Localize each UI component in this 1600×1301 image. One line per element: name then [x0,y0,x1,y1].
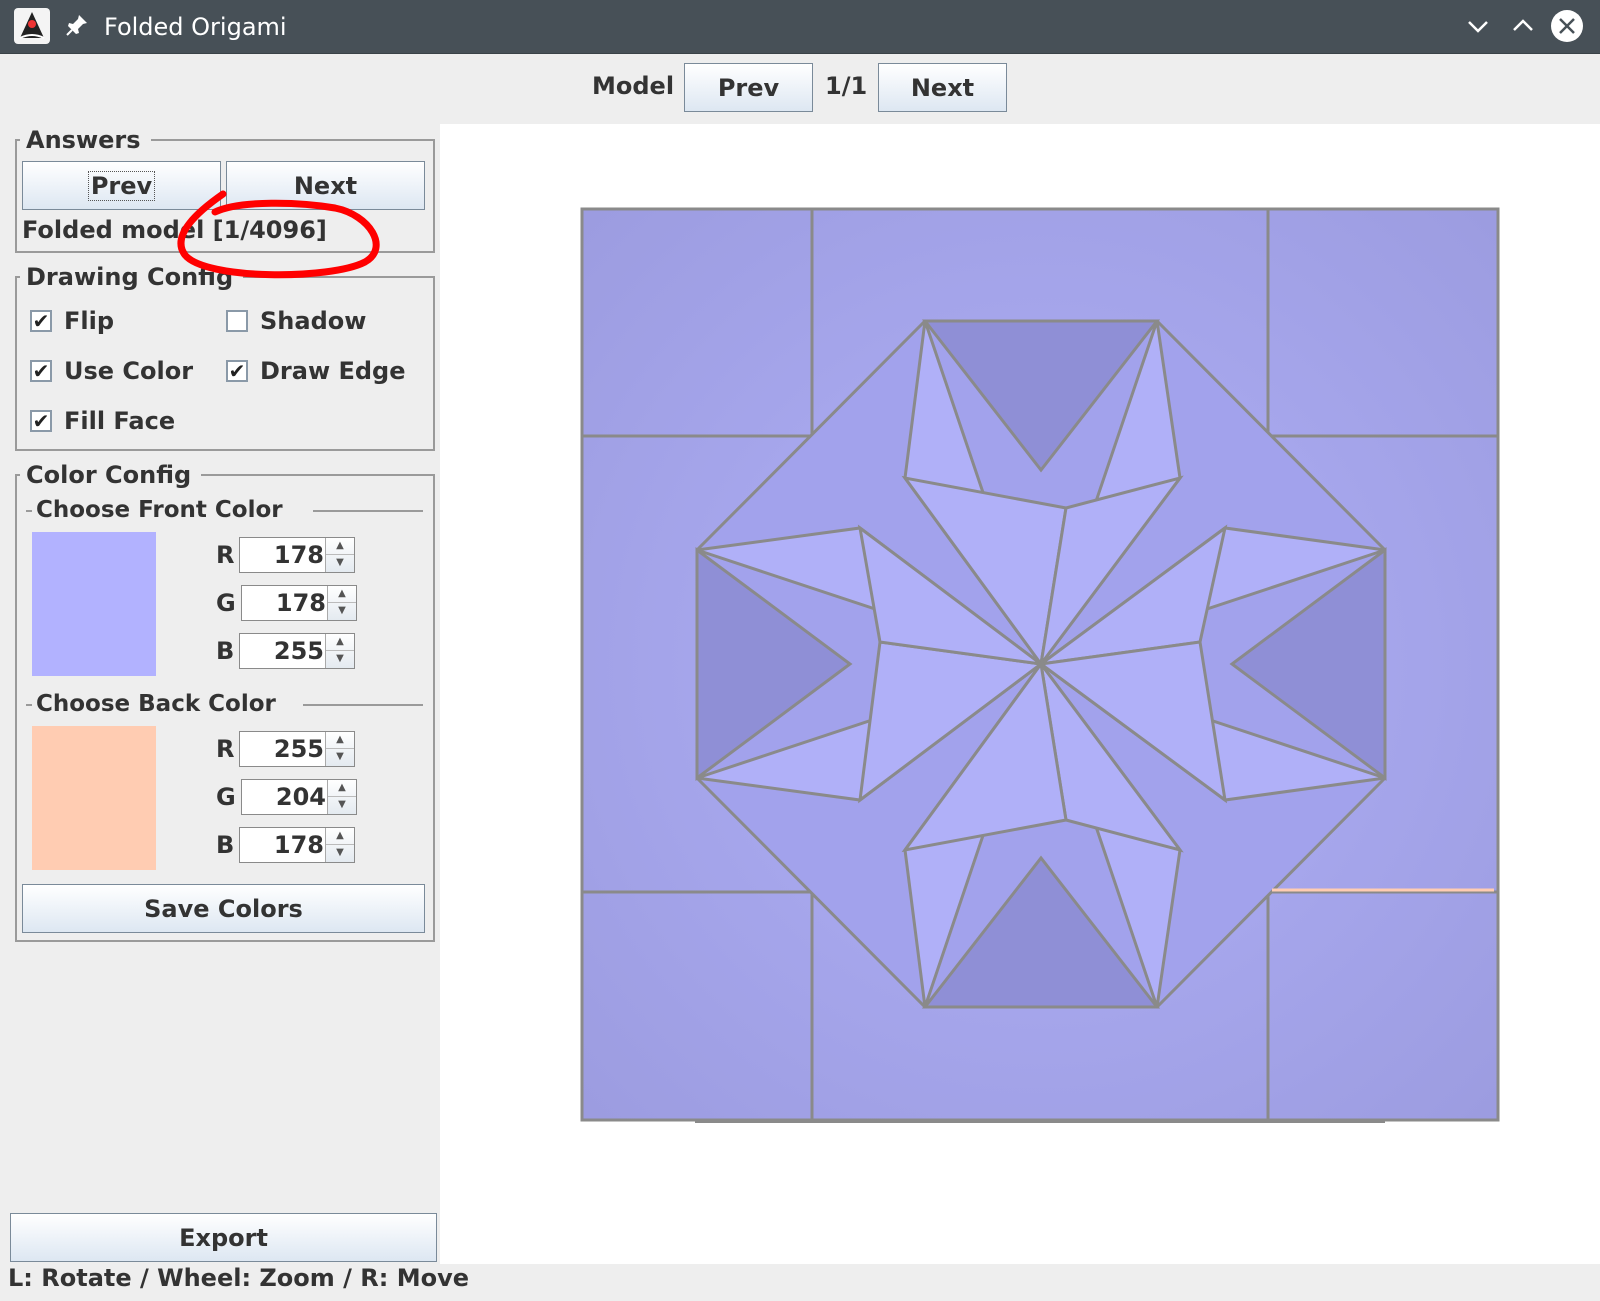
maximize-icon[interactable] [1507,10,1539,42]
folded-model-status: Folded model [1/4096] [22,216,327,244]
back-r-arrows[interactable]: ▲ ▼ [325,732,354,766]
front-r-spinner[interactable]: 178 ▲ ▼ [239,537,355,573]
status-bar: L: Rotate / Wheel: Zoom / R: Move [8,1264,469,1292]
spinner-down-icon[interactable]: ▼ [326,651,354,667]
front-color-swatch[interactable] [32,532,156,676]
spinner-down-icon[interactable]: ▼ [326,845,354,861]
answers-prev-label: Prev [87,170,156,201]
model-canvas[interactable] [440,124,1600,1264]
front-b-value[interactable]: 255 [240,634,324,668]
back-g-spinner[interactable]: 204 ▲ ▼ [241,779,357,815]
save-colors-button[interactable]: Save Colors [22,884,425,933]
shadow-check-icon[interactable] [226,310,248,332]
model-counter: 1/1 [825,72,868,100]
front-b-spinner[interactable]: 255 ▲ ▼ [239,633,355,669]
back-g-label: G [216,783,236,811]
back-color-title: Choose Back Color [36,691,276,717]
front-color-divider-left [26,510,32,512]
front-r-value[interactable]: 178 [240,538,324,572]
minimize-icon[interactable] [1462,10,1494,42]
spinner-up-icon[interactable]: ▲ [326,732,354,749]
spinner-up-icon[interactable]: ▲ [328,780,356,797]
fill-face-label: Fill Face [64,407,176,435]
draw-edge-check-icon[interactable]: ✔ [226,360,248,382]
spinner-up-icon[interactable]: ▲ [326,634,354,651]
use-color-label: Use Color [64,357,194,385]
front-b-label: B [216,637,235,665]
flip-check-icon[interactable]: ✔ [30,310,52,332]
front-g-spinner[interactable]: 178 ▲ ▼ [241,585,357,621]
back-r-value[interactable]: 255 [240,732,324,766]
back-b-arrows[interactable]: ▲ ▼ [325,828,354,862]
front-g-arrows[interactable]: ▲ ▼ [327,586,356,620]
back-b-spinner[interactable]: 178 ▲ ▼ [239,827,355,863]
spinner-up-icon[interactable]: ▲ [326,828,354,845]
pin-icon[interactable] [64,12,90,38]
drawing-config-title: Drawing Config [20,263,244,291]
model-next-button[interactable]: Next [878,63,1007,112]
front-g-value[interactable]: 178 [242,586,326,620]
draw-edge-checkbox[interactable]: ✔ Draw Edge [226,357,406,385]
use-color-checkbox[interactable]: ✔ Use Color [30,357,193,385]
back-b-value[interactable]: 178 [240,828,324,862]
front-r-arrows[interactable]: ▲ ▼ [325,538,354,572]
title-bar: Folded Origami [0,0,1600,54]
answers-next-button[interactable]: Next [226,161,425,210]
draw-edge-label: Draw Edge [260,357,406,385]
front-color-title: Choose Front Color [36,497,283,523]
front-g-label: G [216,589,236,617]
window-title: Folded Origami [104,13,287,41]
shadow-checkbox[interactable]: Shadow [226,307,366,335]
shadow-label: Shadow [260,307,367,335]
back-color-divider [303,704,423,706]
model-label: Model [592,72,675,100]
front-b-arrows[interactable]: ▲ ▼ [325,634,354,668]
flip-checkbox[interactable]: ✔ Flip [30,307,114,335]
spinner-down-icon[interactable]: ▼ [328,797,356,813]
java-duke-icon [14,8,50,44]
back-g-value[interactable]: 204 [242,780,326,814]
close-icon[interactable] [1550,9,1584,43]
front-r-label: R [216,541,235,569]
spinner-down-icon[interactable]: ▼ [326,555,354,571]
back-g-arrows[interactable]: ▲ ▼ [327,780,356,814]
spinner-up-icon[interactable]: ▲ [328,586,356,603]
use-color-check-icon[interactable]: ✔ [30,360,52,382]
model-prev-button[interactable]: Prev [684,63,813,112]
back-color-swatch[interactable] [32,726,156,870]
export-button[interactable]: Export [10,1213,437,1262]
answers-title: Answers [20,126,151,154]
spinner-down-icon[interactable]: ▼ [326,749,354,765]
back-b-label: B [216,831,235,859]
spinner-down-icon[interactable]: ▼ [328,603,356,619]
flip-label: Flip [64,307,115,335]
spinner-up-icon[interactable]: ▲ [326,538,354,555]
fill-face-checkbox[interactable]: ✔ Fill Face [30,407,175,435]
back-r-spinner[interactable]: 255 ▲ ▼ [239,731,355,767]
fill-face-check-icon[interactable]: ✔ [30,410,52,432]
answers-prev-button[interactable]: Prev [22,161,221,210]
front-color-divider [313,510,423,512]
back-color-divider-left [26,704,32,706]
origami-model-drawing[interactable] [440,124,1600,1264]
color-config-title: Color Config [20,461,202,489]
back-r-label: R [216,735,235,763]
